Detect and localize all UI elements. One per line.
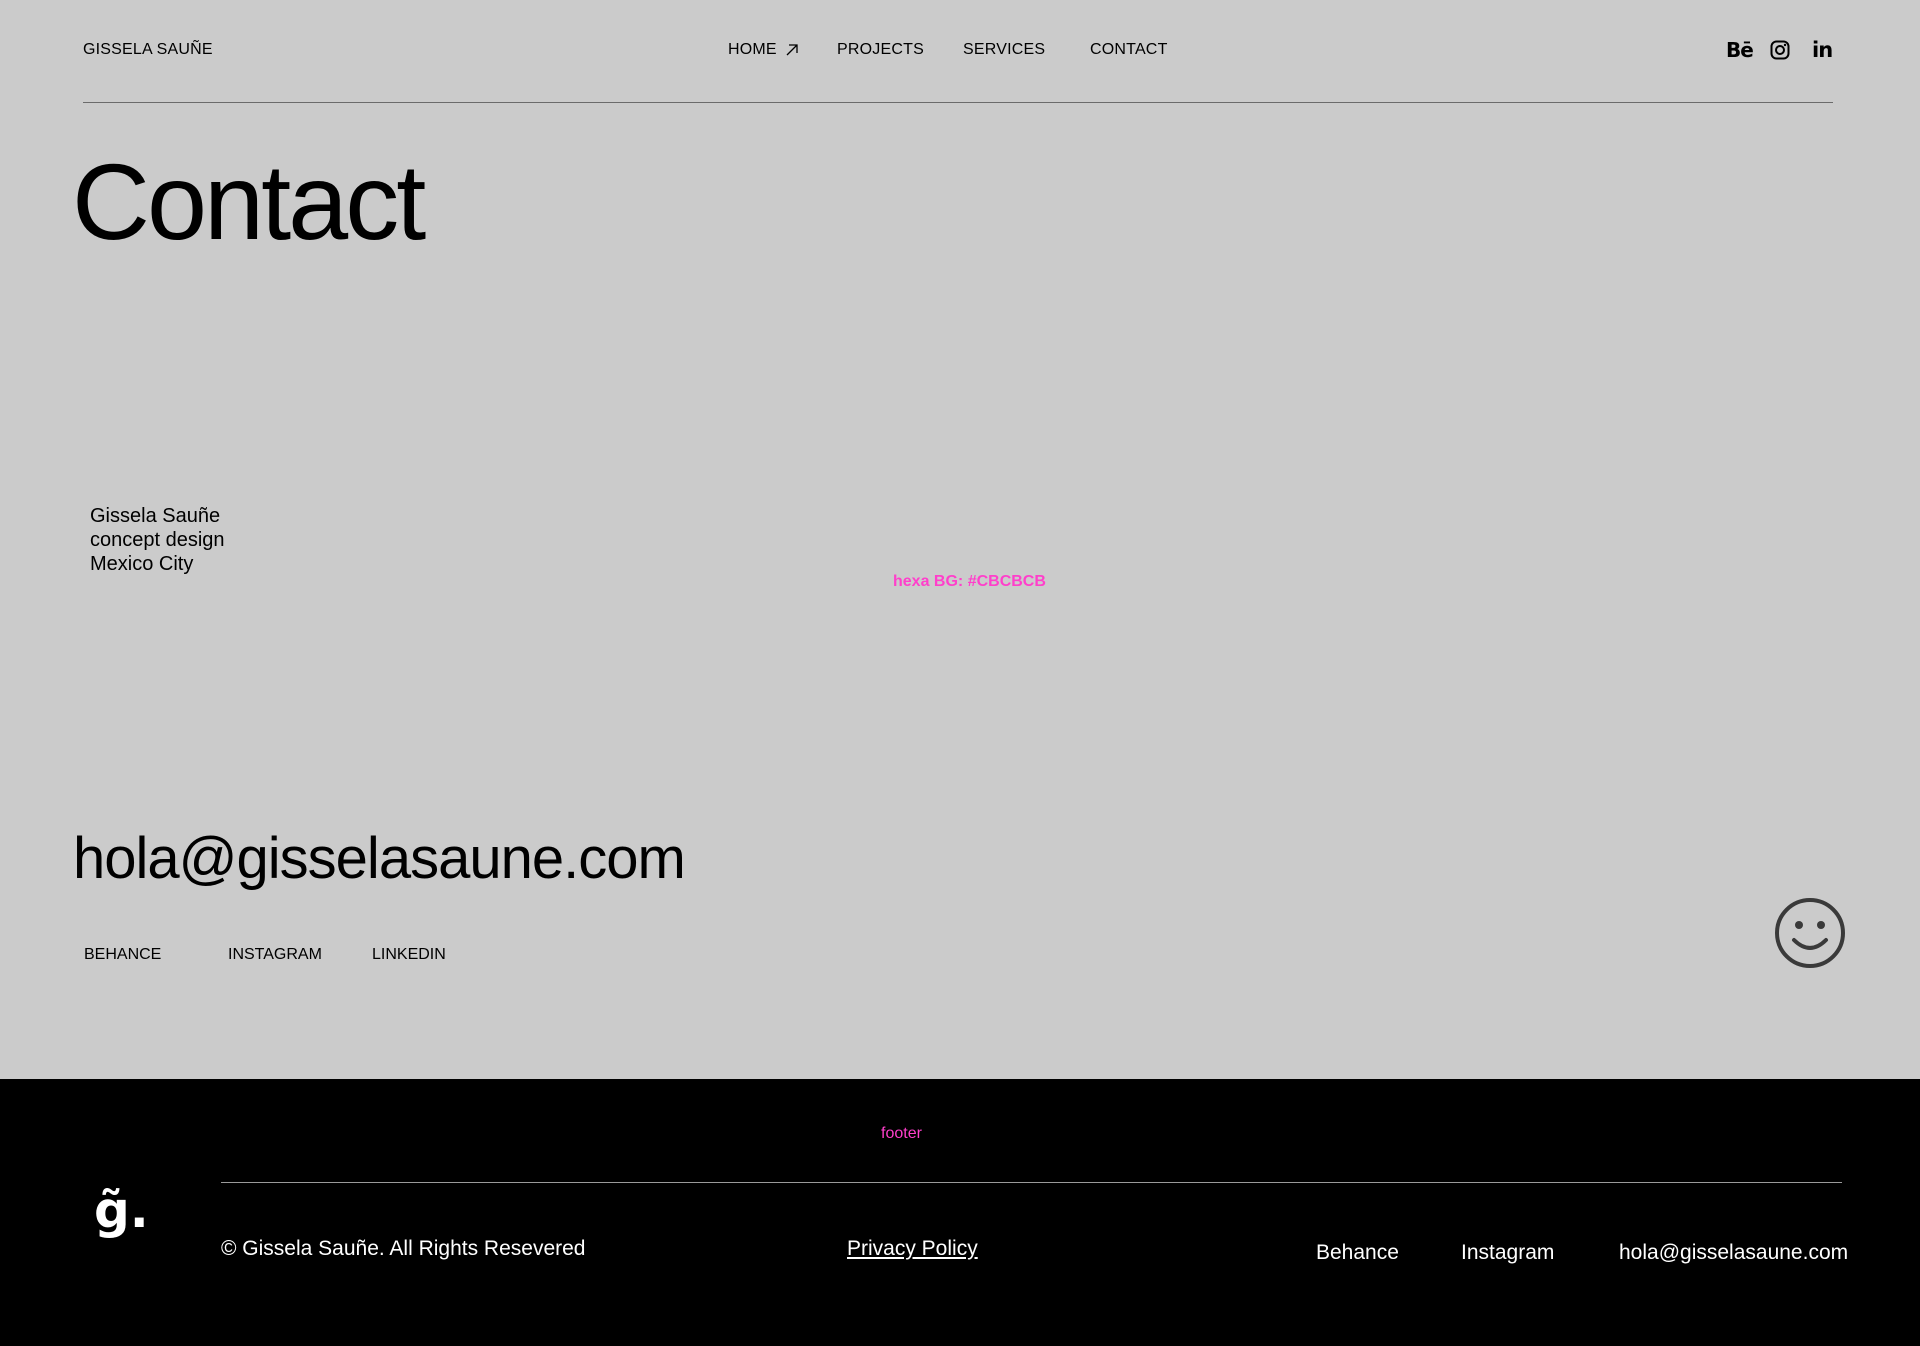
nav-home-label: HOME — [728, 41, 777, 58]
arrow-up-right-icon — [786, 44, 798, 56]
info-name: Gissela Sauñe — [90, 505, 221, 527]
info-role: concept design — [90, 529, 225, 551]
social-link-instagram[interactable]: INSTAGRAM — [228, 946, 322, 964]
contact-email-link[interactable]: hola@gisselasaune.com — [73, 830, 686, 888]
footer-link-email[interactable]: hola@gisselasaune.com — [1619, 1241, 1848, 1265]
footer-logo[interactable]: g̃. — [94, 1181, 149, 1239]
smiley-icon — [1775, 898, 1845, 968]
page-title: Contact — [72, 141, 426, 262]
background-color-note: hexa BG: #CBCBCB — [893, 573, 1046, 590]
footer-link-instagram[interactable]: Instagram — [1461, 1241, 1554, 1265]
nav-contact[interactable]: CONTACT — [1090, 41, 1168, 59]
footer-link-behance[interactable]: Behance — [1316, 1241, 1399, 1265]
social-link-behance[interactable]: BEHANCE — [84, 946, 161, 964]
instagram-glyph — [1770, 40, 1790, 60]
nav-services[interactable]: SERVICES — [963, 41, 1045, 59]
site-footer: footer g̃. © Gissela Sauñe. All Rights R… — [0, 1079, 1920, 1346]
footer-divider — [221, 1182, 1842, 1183]
nav-projects[interactable]: PROJECTS — [837, 41, 924, 59]
contact-info: Gissela Sauñe concept design Mexico City — [90, 504, 225, 576]
linkedin-icon[interactable]: in — [1812, 38, 1833, 62]
privacy-policy-link[interactable]: Privacy Policy — [847, 1237, 978, 1261]
behance-icon[interactable]: Bē — [1726, 38, 1754, 62]
footer-copyright: © Gissela Sauñe. All Rights Resevered — [221, 1237, 586, 1260]
site-brand[interactable]: GISSELA SAUÑE — [83, 41, 213, 59]
header-divider — [83, 102, 1833, 103]
social-link-linkedin[interactable]: LINKEDIN — [372, 946, 446, 964]
instagram-icon[interactable] — [1770, 38, 1790, 62]
footer-note: footer — [881, 1125, 922, 1142]
nav-home[interactable]: HOME — [728, 41, 799, 59]
info-city: Mexico City — [90, 553, 194, 575]
